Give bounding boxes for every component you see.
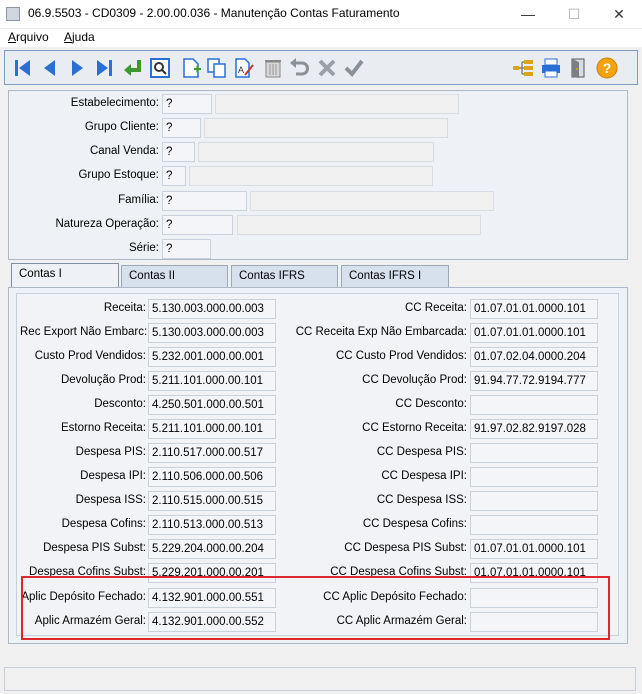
rec-export-label: Rec Export Não Embarc: (20, 326, 148, 338)
estabelecimento-desc (215, 94, 459, 114)
devolucao-field[interactable]: 5.211.101.000.00.101 (148, 371, 276, 391)
grupo-estoque-desc (189, 166, 433, 186)
custo-prod-field[interactable]: 5.232.001.000.00.001 (148, 347, 276, 367)
svg-text:A: A (238, 65, 244, 75)
first-icon[interactable] (11, 56, 35, 80)
cancel-icon[interactable] (315, 56, 339, 80)
natureza-operacao-label: Natureza Operação: (55, 218, 159, 230)
edit-icon[interactable]: A (232, 56, 256, 80)
toolbar: A ? (4, 50, 638, 85)
cc-devolucao-label: CC Devolução Prod: (362, 374, 467, 386)
cc-devolucao-field[interactable]: 91.94.77.72.9194.777 (470, 371, 598, 391)
cc-desp-pis-label: CC Despesa PIS: (376, 446, 467, 458)
cc-desp-iss-label: CC Despesa ISS: (376, 494, 467, 506)
familia-label: Família: (118, 194, 159, 206)
canal-venda-field[interactable]: ? (162, 142, 195, 162)
estorno-field[interactable]: 5.211.101.000.00.101 (148, 419, 276, 439)
grupo-cliente-field[interactable]: ? (162, 118, 201, 138)
goto-icon[interactable] (121, 56, 145, 80)
cc-desp-pis-subst-label: CC Despesa PIS Subst: (344, 542, 467, 554)
cc-estorno-field[interactable]: 91.97.02.82.9197.028 (470, 419, 598, 439)
estabelecimento-field[interactable]: ? (162, 94, 212, 114)
cc-estorno-label: CC Estorno Receita: (362, 422, 467, 434)
tab-contas-i[interactable]: Contas I (11, 263, 119, 289)
minimize-button[interactable]: — (505, 0, 551, 29)
estorno-label: Estorno Receita: (60, 422, 146, 434)
cc-custo-prod-field[interactable]: 01.07.02.04.0000.204 (470, 347, 598, 367)
print-icon[interactable] (539, 56, 563, 80)
save-icon[interactable] (342, 56, 366, 80)
estabelecimento-label: Estabelecimento: (70, 97, 159, 109)
undo-icon[interactable] (288, 56, 312, 80)
cc-receita-label: CC Receita: (405, 302, 467, 314)
canal-venda-label: Canal Venda: (89, 145, 159, 157)
rec-export-field[interactable]: 5.130.003.000.00.003 (148, 323, 276, 343)
desp-iss-field[interactable]: 2.110.515.000.00.515 (148, 491, 276, 511)
desp-ipi-field[interactable]: 2.110.506.000.00.506 (148, 467, 276, 487)
menu-arquivo[interactable]: Arquivo (8, 30, 49, 44)
last-icon[interactable] (92, 56, 116, 80)
help-icon[interactable]: ? (595, 56, 619, 80)
custo-prod-label: Custo Prod Vendidos: (34, 350, 146, 362)
maximize-button[interactable]: ☐ (551, 0, 597, 29)
window-title: 06.9.5503 - CD0309 - 2.00.00.036 - Manut… (28, 6, 400, 20)
desconto-field[interactable]: 4.250.501.000.00.501 (148, 395, 276, 415)
new-icon[interactable] (179, 56, 203, 80)
tab-contas-ifrs-i[interactable]: Contas IFRS I (341, 265, 449, 287)
receita-label: Receita: (103, 302, 146, 314)
previous-icon[interactable] (38, 56, 62, 80)
title-bar: 06.9.5503 - CD0309 - 2.00.00.036 - Manut… (0, 0, 642, 29)
grupo-estoque-field[interactable]: ? (162, 166, 186, 186)
exit-icon[interactable] (567, 56, 591, 80)
tab-contas-ii[interactable]: Contas II (121, 265, 228, 287)
tab-contas-ifrs[interactable]: Contas IFRS (231, 265, 338, 287)
desp-pis-label: Despesa PIS: (75, 446, 146, 458)
svg-text:?: ? (603, 60, 612, 76)
delete-icon[interactable] (261, 56, 285, 80)
highlight-box (21, 576, 610, 640)
desconto-label: Desconto: (94, 398, 146, 410)
close-button[interactable]: ✕ (596, 0, 642, 29)
search-icon[interactable] (148, 56, 172, 80)
familia-desc (250, 191, 494, 211)
cc-desp-iss-field[interactable] (470, 491, 598, 511)
grupo-cliente-desc (204, 118, 448, 138)
cc-receita-field[interactable]: 01.07.01.01.0000.101 (470, 299, 598, 319)
cc-rec-export-field[interactable]: 01.07.01.01.0000.101 (470, 323, 598, 343)
desp-pis-field[interactable]: 2.110.517.000.00.517 (148, 443, 276, 463)
cc-desp-cofins-field[interactable] (470, 515, 598, 535)
serie-label: Série: (128, 242, 159, 254)
desp-cofins-field[interactable]: 2.110.513.000.00.513 (148, 515, 276, 535)
status-bar (4, 667, 636, 691)
devolucao-label: Devolução Prod: (60, 374, 146, 386)
desp-pis-subst-label: Despesa PIS Subst: (43, 542, 146, 554)
cc-custo-prod-label: CC Custo Prod Vendidos: (335, 350, 467, 362)
cc-desconto-label: CC Desconto: (395, 398, 467, 410)
cc-desp-ipi-label: CC Despesa IPI: (381, 470, 467, 482)
copy-icon[interactable] (205, 56, 229, 80)
menu-bar: Arquivo Ajuda (0, 29, 642, 47)
receita-field[interactable]: 5.130.003.000.00.003 (148, 299, 276, 319)
cc-desp-pis-field[interactable] (470, 443, 598, 463)
desp-pis-subst-field[interactable]: 5.229.204.000.00.204 (148, 539, 276, 559)
grupo-cliente-label: Grupo Cliente: (84, 121, 159, 133)
grupo-estoque-label: Grupo Estoque: (78, 169, 159, 181)
cc-rec-export-label: CC Receita Exp Não Embarcada: (295, 326, 467, 338)
next-icon[interactable] (65, 56, 89, 80)
cc-desp-cofins-label: CC Despesa Cofins: (362, 518, 467, 530)
serie-field[interactable]: ? (162, 239, 211, 259)
natureza-operacao-desc (237, 215, 481, 235)
cc-desp-ipi-field[interactable] (470, 467, 598, 487)
desp-ipi-label: Despesa IPI: (80, 470, 146, 482)
desp-cofins-label: Despesa Cofins: (61, 518, 146, 530)
menu-ajuda[interactable]: Ajuda (64, 30, 95, 44)
app-icon (6, 7, 20, 21)
desp-iss-label: Despesa ISS: (75, 494, 146, 506)
cc-desconto-field[interactable] (470, 395, 598, 415)
natureza-operacao-field[interactable]: ? (162, 215, 233, 235)
tree-icon[interactable] (511, 56, 535, 80)
canal-venda-desc (198, 142, 434, 162)
familia-field[interactable]: ? (162, 191, 247, 211)
cc-desp-pis-subst-field[interactable]: 01.07.01.01.0000.101 (470, 539, 598, 559)
